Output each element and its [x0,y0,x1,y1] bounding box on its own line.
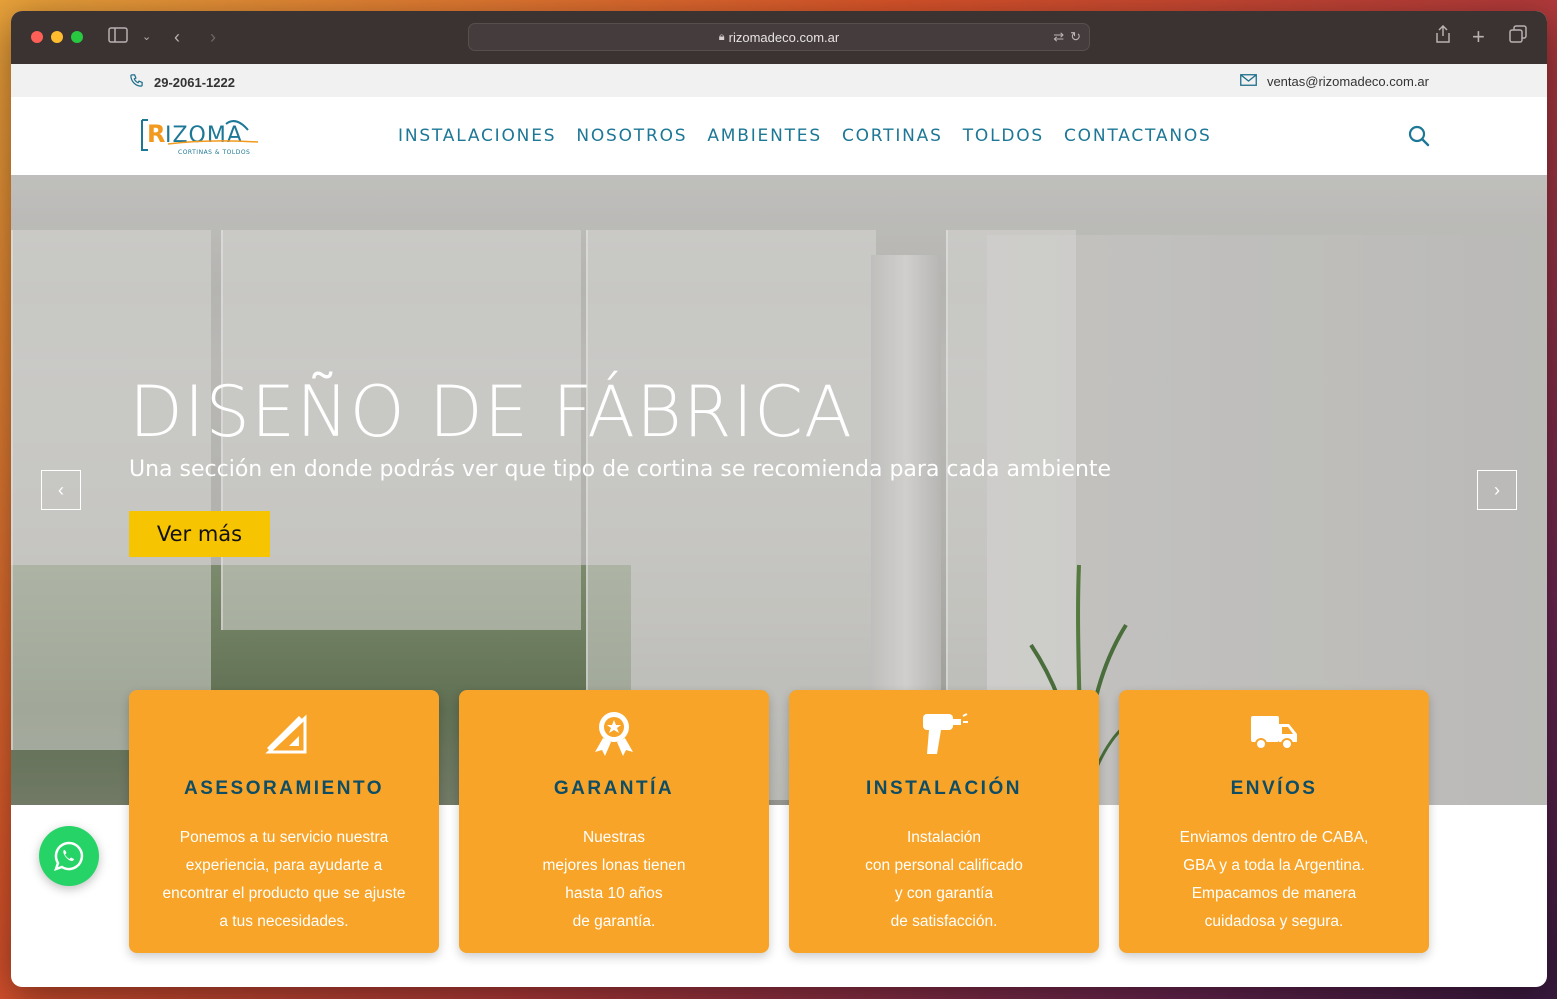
forward-button[interactable]: › [210,25,216,49]
hero-title: DISEÑO DE FÁBRICA [129,371,853,453]
card-text: Instalación con personal calificado y co… [865,829,1023,930]
translate-icon[interactable]: ⇄ [1053,29,1064,45]
phone-icon [129,73,144,92]
award-ribbon-icon [589,708,639,758]
slider-next-button[interactable]: › [1477,470,1517,510]
browser-window: ⌄ ‹ › 🔒︎ rizomadeco.com.ar ⇄ ↻ + 29-2061… [11,11,1547,987]
nav-menu: INSTALACIONES NOSOTROS AMBIENTES CORTINA… [398,126,1212,146]
address-bar[interactable]: 🔒︎ rizomadeco.com.ar ⇄ ↻ [468,23,1090,51]
card-title: ASESORAMIENTO [183,778,384,799]
email-contact[interactable]: ventas@rizomadeco.com.ar [1240,73,1429,90]
tab-overview-icon[interactable] [1509,25,1527,49]
contact-bar: 29-2061-1222 ventas@rizomadeco.com.ar [11,64,1547,97]
browser-toolbar: ⌄ ‹ › 🔒︎ rizomadeco.com.ar ⇄ ↻ + [11,11,1547,64]
close-window-button[interactable] [31,31,43,43]
phone-contact[interactable]: 29-2061-1222 [129,73,235,92]
card-text: Nuestras mejores lonas tienen hasta 10 a… [542,829,686,930]
svg-text:R: R [147,120,165,148]
ver-mas-button[interactable]: Ver más [129,511,270,557]
hero-subtitle: Una sección en donde podrás ver que tipo… [129,457,1112,482]
nav-item-contactanos[interactable]: CONTACTANOS [1064,126,1212,146]
lock-icon: 🔒︎ [718,30,725,43]
nav-item-ambientes[interactable]: AMBIENTES [707,126,822,146]
back-button[interactable]: ‹ [174,25,180,49]
card-text: Enviamos dentro de CABA, GBA y a toda la… [1179,829,1369,930]
feature-card-instalacion: INSTALACIÓN Instalación con personal cal… [789,690,1099,953]
zoom-window-button[interactable] [71,31,83,43]
window-controls [31,31,83,43]
card-title: GARANTÍA [553,778,675,799]
site-logo[interactable]: R IZOMA CORTINAS & TOLDOS [138,114,262,158]
logo-tagline: CORTINAS & TOLDOS [178,149,250,156]
truck-icon [1249,708,1299,758]
chevron-right-icon: › [1494,479,1500,500]
drill-icon [919,708,969,758]
nav-item-instalaciones[interactable]: INSTALACIONES [398,126,556,146]
slider-prev-button[interactable]: ‹ [41,470,81,510]
mail-icon [1240,73,1257,90]
search-icon[interactable] [1408,125,1430,147]
feature-card-asesoramiento: ASESORAMIENTO Ponemos a tu servicio nues… [129,690,439,953]
ruler-pencil-icon [259,708,309,758]
svg-text:IZOMA: IZOMA [165,123,243,148]
sidebar-toggle-icon[interactable] [108,25,128,49]
new-tab-icon[interactable]: + [1472,25,1485,49]
nav-item-nosotros[interactable]: NOSOTROS [576,126,687,146]
nav-item-toldos[interactable]: TOLDOS [963,126,1044,146]
card-text: Ponemos a tu servicio nuestra experienci… [162,829,406,930]
phone-number: 29-2061-1222 [154,75,235,90]
features-section: ASESORAMIENTO Ponemos a tu servicio nues… [129,690,1429,953]
chevron-left-icon: ‹ [58,479,64,500]
nav-item-cortinas[interactable]: CORTINAS [842,126,943,146]
reload-icon[interactable]: ↻ [1070,29,1081,45]
url-text: rizomadeco.com.ar [728,29,840,45]
feature-card-envios: ENVÍOS Enviamos dentro de CABA, GBA y a … [1119,690,1429,953]
share-icon[interactable] [1435,24,1451,49]
email-address: ventas@rizomadeco.com.ar [1266,74,1429,89]
whatsapp-button[interactable] [39,826,99,886]
whatsapp-icon [54,841,84,871]
card-title: INSTALACIÓN [866,778,1022,799]
chevron-down-icon[interactable]: ⌄ [142,25,151,49]
main-nav: R IZOMA CORTINAS & TOLDOS INSTALACIONES … [11,97,1547,175]
card-title: ENVÍOS [1230,778,1318,799]
minimize-window-button[interactable] [51,31,63,43]
feature-card-garantia: GARANTÍA Nuestras mejores lonas tienen h… [459,690,769,953]
